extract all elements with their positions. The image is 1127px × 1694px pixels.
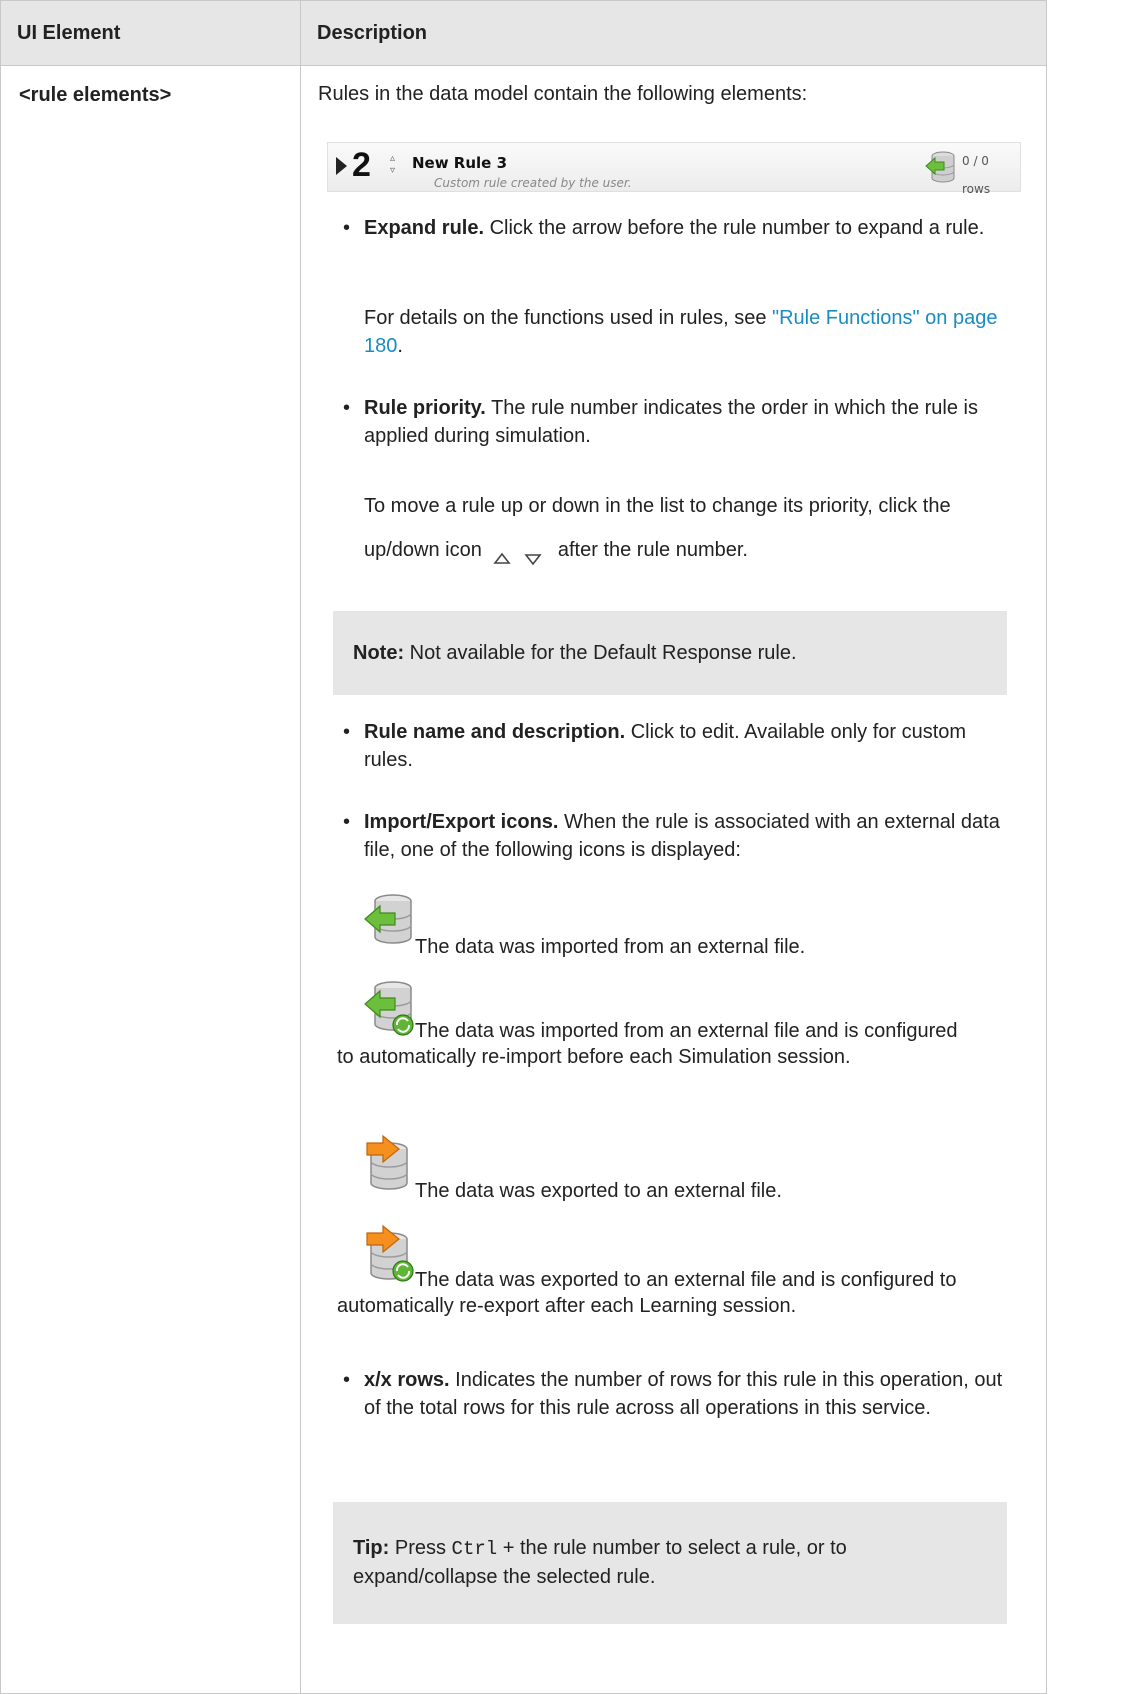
priority-move-text: To move a rule up or down in the list to…	[364, 484, 1014, 572]
up-down-icon: ▵ ▿	[390, 153, 396, 176]
tip-label: Tip:	[353, 1537, 390, 1559]
rule-preview: 2 ▵ ▿ New Rule 3 Custom rule created by t…	[327, 142, 1021, 196]
note-box: Note: Not available for the Default Resp…	[333, 611, 1007, 695]
ui-element-table: UI Element Description <rule elements> R…	[0, 0, 1047, 1694]
ctrl-key: Ctrl	[451, 1538, 498, 1560]
rule-rows-count: 0 / 0 rows	[962, 154, 991, 196]
ui-element-name: <rule elements>	[0, 65, 301, 1694]
header-ui-element: UI Element	[0, 0, 301, 66]
expand-arrow-icon	[336, 157, 347, 175]
table-header-row: UI Element Description	[0, 0, 1047, 66]
note-text: Not available for the Default Response r…	[404, 642, 797, 664]
expand-details: For details on the functions used in rul…	[364, 307, 998, 357]
ui-element-description: Rules in the data model contain the foll…	[300, 65, 1047, 1694]
tip-box: Tip: Press Ctrl + the rule number to sel…	[333, 1502, 1007, 1624]
intro-text: Rules in the data model contain the foll…	[318, 83, 808, 105]
rule-number: 2	[352, 146, 371, 184]
up-down-arrows-icon	[488, 541, 548, 566]
rule-description: Custom rule created by the user.	[434, 176, 632, 190]
header-description: Description	[300, 0, 1047, 66]
table-row: <rule elements> Rules in the data model …	[0, 65, 1047, 1694]
db-import-icon	[924, 149, 958, 193]
note-label: Note:	[353, 642, 405, 664]
